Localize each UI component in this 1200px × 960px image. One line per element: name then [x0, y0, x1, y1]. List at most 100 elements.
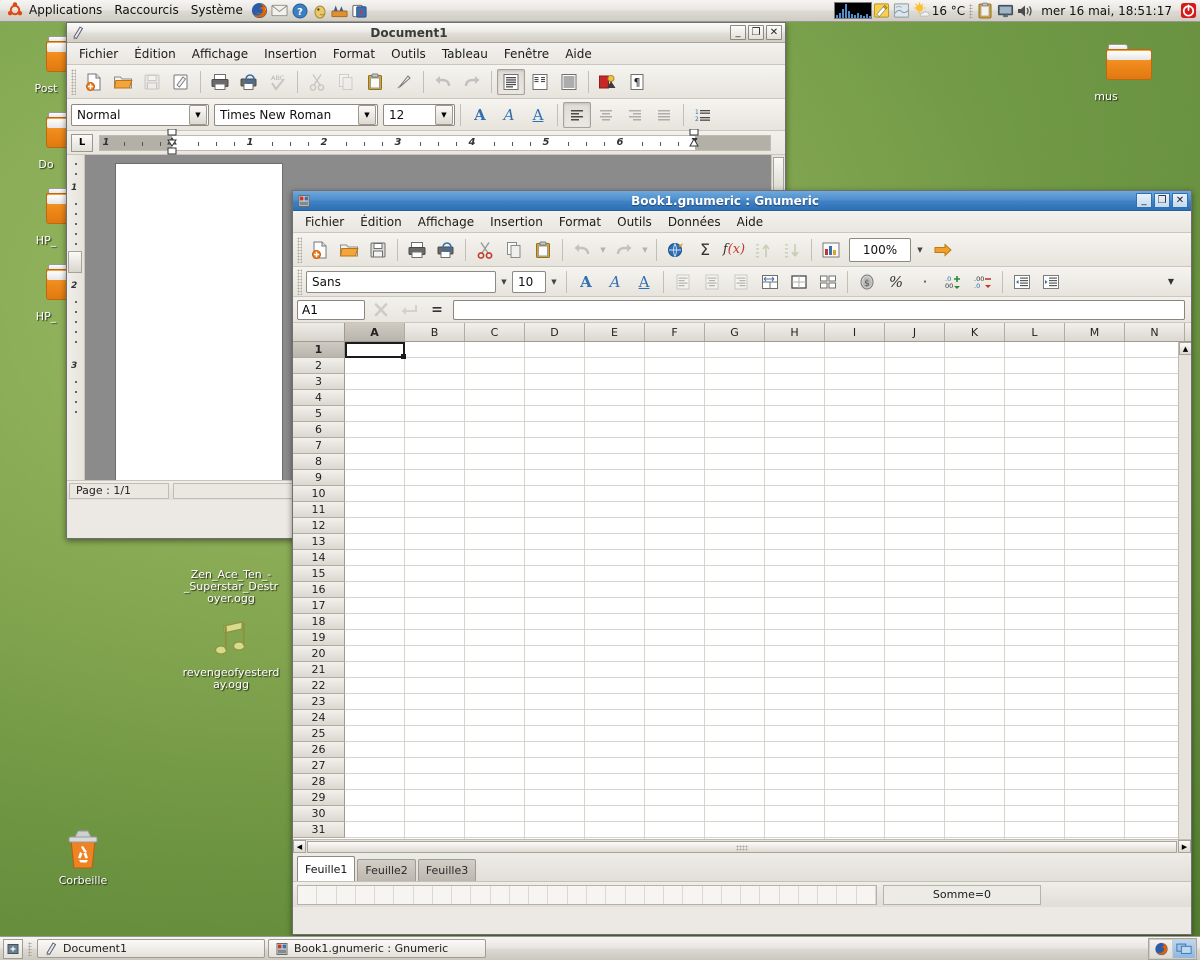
document-page[interactable] — [115, 163, 283, 480]
tab-stop-selector[interactable]: L — [71, 133, 93, 152]
chevron-down-icon[interactable]: ▼ — [358, 104, 376, 125]
column-header-n[interactable]: N — [1125, 323, 1185, 341]
ruler-strip[interactable]: 1 1 2 3 4 5 6 7 — [99, 128, 771, 154]
new-document-icon[interactable] — [306, 237, 334, 263]
redo-icon[interactable] — [458, 69, 486, 95]
sort-descending-icon[interactable] — [778, 237, 806, 263]
grid-horizontal-scrollbar[interactable]: ◀ ▶ — [293, 839, 1191, 853]
panel-clock[interactable]: mer 16 mai, 18:51:17 — [1035, 4, 1178, 18]
maximize-button[interactable]: ❐ — [1154, 193, 1170, 208]
menu-fichier[interactable]: Fichier — [71, 45, 126, 63]
row-header[interactable]: 21 — [293, 662, 345, 678]
row-header[interactable]: 8 — [293, 454, 345, 470]
undo-icon[interactable] — [429, 69, 457, 95]
redo-dropdown-icon[interactable]: ▼ — [639, 237, 651, 263]
show-desktop-icon[interactable] — [3, 938, 23, 959]
spell-check-icon[interactable]: ABC — [264, 69, 292, 95]
chevron-down-icon[interactable]: ▼ — [435, 104, 453, 125]
equals-icon[interactable]: = — [425, 299, 449, 321]
system-monitor-graph[interactable] — [833, 2, 872, 19]
paste-icon[interactable] — [361, 69, 389, 95]
column-header-a[interactable]: A — [345, 323, 405, 341]
split-cells-icon[interactable] — [814, 269, 842, 295]
open-folder-icon[interactable] — [335, 237, 363, 263]
gnumeric-titlebar[interactable]: Book1.gnumeric : Gnumeric _ ❐ ✕ — [293, 191, 1191, 211]
row-header[interactable]: 6 — [293, 422, 345, 438]
row-header[interactable]: 31 — [293, 822, 345, 838]
gnumeric-grid[interactable]: A B C D E F G H I J K L M N 1 2 3 4 5 6 … — [293, 323, 1191, 839]
align-right-icon[interactable] — [621, 102, 649, 128]
chart-icon[interactable] — [817, 237, 845, 263]
toolbar-overflow-icon[interactable]: ▼ — [1157, 269, 1185, 295]
column-header-l[interactable]: L — [1005, 323, 1065, 341]
menu-aide[interactable]: Aide — [729, 213, 772, 231]
gnumeric-window[interactable]: Book1.gnumeric : Gnumeric _ ❐ ✕ Fichier … — [292, 190, 1192, 935]
volume-icon[interactable] — [1016, 2, 1034, 20]
hyperlink-icon[interactable] — [662, 237, 690, 263]
sum-indicator[interactable]: Somme=0 — [883, 884, 1041, 905]
row-header[interactable]: 4 — [293, 390, 345, 406]
print-icon[interactable] — [403, 237, 431, 263]
formula-input[interactable] — [453, 299, 1185, 320]
increase-indent-icon[interactable] — [1037, 269, 1065, 295]
row-header[interactable]: 2 — [293, 358, 345, 374]
power-icon[interactable] — [1179, 2, 1197, 20]
row-header[interactable]: 17 — [293, 598, 345, 614]
weather-map-icon[interactable] — [893, 2, 911, 20]
row-header[interactable]: 27 — [293, 758, 345, 774]
currency-icon[interactable]: $ — [853, 269, 881, 295]
vertical-scroll-thumb[interactable] — [68, 251, 82, 273]
open-folder-icon[interactable] — [109, 69, 137, 95]
sheet-tab-feuille2[interactable]: Feuille2 — [357, 859, 416, 881]
row-header[interactable]: 1 — [293, 342, 345, 358]
save-icon[interactable] — [364, 237, 392, 263]
comma-icon[interactable]: · — [911, 269, 939, 295]
grid-vertical-scrollbar[interactable]: ▲ — [1178, 342, 1191, 839]
toolbar-grip[interactable] — [71, 68, 76, 95]
increase-decimal-icon[interactable]: .0 00 — [940, 269, 968, 295]
font-size-combo[interactable]: 10 — [512, 270, 546, 293]
menu-affichage[interactable]: Affichage — [184, 45, 256, 63]
underline-button[interactable]: A — [524, 102, 552, 128]
save-as-icon[interactable] — [167, 69, 195, 95]
menu-aide[interactable]: Aide — [557, 45, 600, 63]
row-header[interactable]: 18 — [293, 614, 345, 630]
redo-icon[interactable] — [610, 237, 638, 263]
desktop-icon-trash[interactable]: Corbeille — [37, 828, 129, 887]
firefox-icon[interactable] — [251, 2, 269, 20]
font-name-combo[interactable]: Times New Roman ▼ — [214, 103, 378, 126]
row-header[interactable]: 11 — [293, 502, 345, 518]
align-left-icon[interactable] — [563, 101, 591, 128]
align-justify-icon[interactable] — [650, 102, 678, 128]
row-header[interactable]: 15 — [293, 566, 345, 582]
fill-handle[interactable] — [401, 354, 406, 359]
arrow-right-icon[interactable] — [929, 237, 957, 263]
bold-button[interactable]: A — [466, 102, 494, 128]
writer-horizontal-ruler[interactable]: L 1 1 2 3 4 5 6 7 — [67, 128, 785, 155]
indent-marker-right[interactable] — [688, 128, 700, 159]
row-header[interactable]: 9 — [293, 470, 345, 486]
menu-format[interactable]: Format — [325, 45, 383, 63]
zoom-combo[interactable]: 100% — [849, 237, 911, 262]
align-right-icon[interactable] — [727, 269, 755, 295]
menu-tableau[interactable]: Tableau — [434, 45, 496, 63]
desktop-icon-revengeofyesterday[interactable]: revengeofyesterday.ogg — [180, 620, 282, 691]
menu-insertion[interactable]: Insertion — [256, 45, 325, 63]
weather-icon[interactable] — [913, 2, 931, 20]
row-header[interactable]: 20 — [293, 646, 345, 662]
notes-icon[interactable] — [873, 2, 891, 20]
row-header[interactable]: 23 — [293, 694, 345, 710]
print-preview-icon[interactable] — [235, 69, 263, 95]
view-print-icon[interactable] — [555, 69, 583, 95]
sort-ascending-icon[interactable] — [749, 237, 777, 263]
row-header[interactable]: 10 — [293, 486, 345, 502]
toolbar-grip[interactable] — [297, 268, 302, 295]
row-header[interactable]: 3 — [293, 374, 345, 390]
percent-icon[interactable]: % — [882, 269, 910, 295]
font-size-combo[interactable]: 12 ▼ — [383, 103, 455, 126]
mail-icon[interactable] — [271, 2, 289, 20]
taskbar-grip[interactable] — [28, 941, 32, 956]
underline-button[interactable]: A — [630, 269, 658, 295]
grid-cells[interactable] — [345, 342, 1191, 839]
function-icon[interactable]: f(x) — [720, 237, 748, 263]
